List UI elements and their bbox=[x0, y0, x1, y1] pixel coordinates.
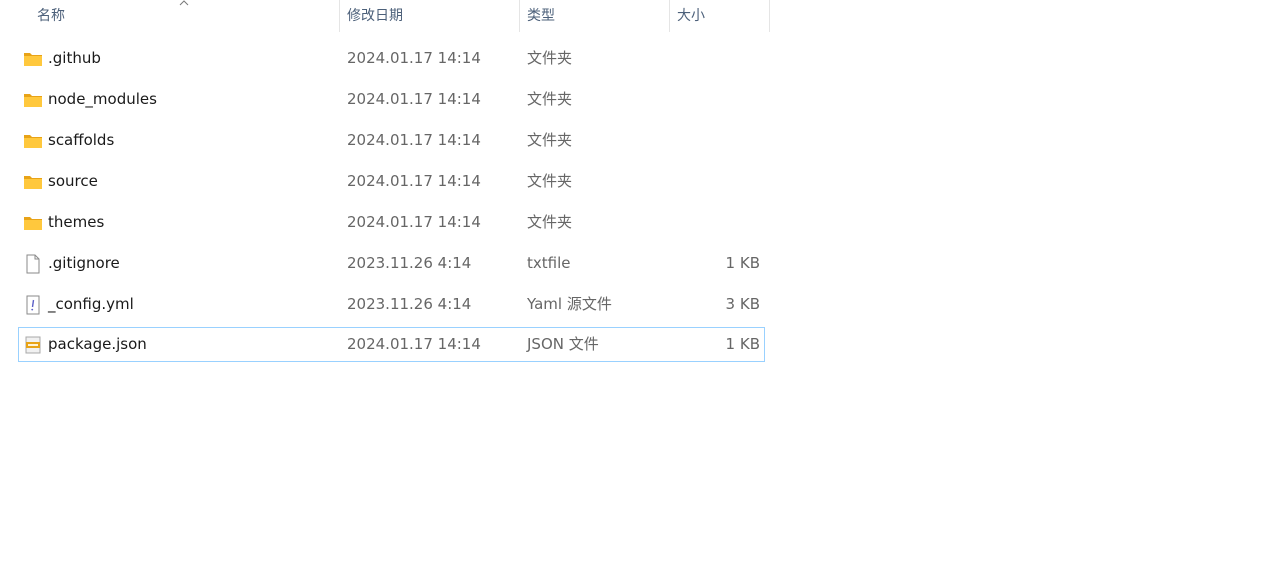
file-row-themes[interactable]: themes 2024.01.17 14:14 文件夹 bbox=[18, 205, 765, 240]
sort-ascending-icon bbox=[179, 0, 189, 6]
file-row-github[interactable]: .github 2024.01.17 14:14 文件夹 bbox=[18, 41, 765, 76]
file-size: 1 KB bbox=[725, 254, 760, 272]
column-header-date[interactable]: 修改日期 bbox=[340, 0, 520, 32]
file-row-config-yml[interactable]: _config.yml 2023.11.26 4:14 Yaml 源文件 3 K… bbox=[18, 287, 765, 322]
file-type: txtfile bbox=[527, 254, 571, 272]
file-date: 2024.01.17 14:14 bbox=[347, 213, 481, 231]
file-date: 2024.01.17 14:14 bbox=[347, 90, 481, 108]
file-row-node-modules[interactable]: node_modules 2024.01.17 14:14 文件夹 bbox=[18, 82, 765, 117]
column-header-type-label: 类型 bbox=[527, 8, 555, 24]
column-header: 名称 修改日期 类型 大小 bbox=[0, 0, 770, 32]
file-row-package-json[interactable]: package.json 2024.01.17 14:14 JSON 文件 1 … bbox=[18, 327, 765, 362]
file-name: node_modules bbox=[48, 90, 157, 108]
folder-icon bbox=[24, 94, 42, 107]
file-name: package.json bbox=[48, 335, 147, 353]
file-type: Yaml 源文件 bbox=[527, 295, 612, 313]
file-type: 文件夹 bbox=[527, 90, 573, 108]
file-row-source[interactable]: source 2024.01.17 14:14 文件夹 bbox=[18, 164, 765, 199]
yaml-file-icon bbox=[26, 295, 40, 315]
file-type: 文件夹 bbox=[527, 131, 573, 149]
file-explorer: 名称 修改日期 类型 大小 .github 2024.01.17 14:14 文… bbox=[0, 0, 1263, 569]
file-date: 2023.11.26 4:14 bbox=[347, 254, 472, 272]
folder-icon bbox=[24, 135, 42, 148]
file-type: 文件夹 bbox=[527, 172, 573, 190]
file-row-scaffolds[interactable]: scaffolds 2024.01.17 14:14 文件夹 bbox=[18, 123, 765, 158]
folder-icon bbox=[24, 176, 42, 189]
column-header-size[interactable]: 大小 bbox=[670, 0, 770, 32]
column-header-type[interactable]: 类型 bbox=[520, 0, 670, 32]
file-date: 2023.11.26 4:14 bbox=[347, 295, 472, 313]
file-name: scaffolds bbox=[48, 131, 115, 149]
file-row-gitignore[interactable]: .gitignore 2023.11.26 4:14 txtfile 1 KB bbox=[18, 246, 765, 281]
file-date: 2024.01.17 14:14 bbox=[347, 131, 481, 149]
folder-icon bbox=[24, 53, 42, 66]
file-type: JSON 文件 bbox=[527, 335, 599, 353]
file-size: 3 KB bbox=[725, 295, 760, 313]
file-name: _config.yml bbox=[48, 295, 134, 313]
json-file-icon bbox=[25, 336, 41, 354]
folder-icon bbox=[24, 217, 42, 230]
text-file-icon bbox=[26, 254, 40, 274]
file-size: 1 KB bbox=[725, 335, 760, 353]
file-name: .gitignore bbox=[48, 254, 120, 272]
column-header-date-label: 修改日期 bbox=[347, 8, 403, 24]
file-name: .github bbox=[48, 49, 101, 67]
column-header-size-label: 大小 bbox=[677, 8, 705, 24]
file-date: 2024.01.17 14:14 bbox=[347, 172, 481, 190]
file-type: 文件夹 bbox=[527, 49, 573, 67]
file-name: themes bbox=[48, 213, 105, 231]
file-type: 文件夹 bbox=[527, 213, 573, 231]
file-date: 2024.01.17 14:14 bbox=[347, 335, 481, 353]
column-header-name-label: 名称 bbox=[37, 8, 65, 24]
file-date: 2024.01.17 14:14 bbox=[347, 49, 481, 67]
file-name: source bbox=[48, 172, 98, 190]
